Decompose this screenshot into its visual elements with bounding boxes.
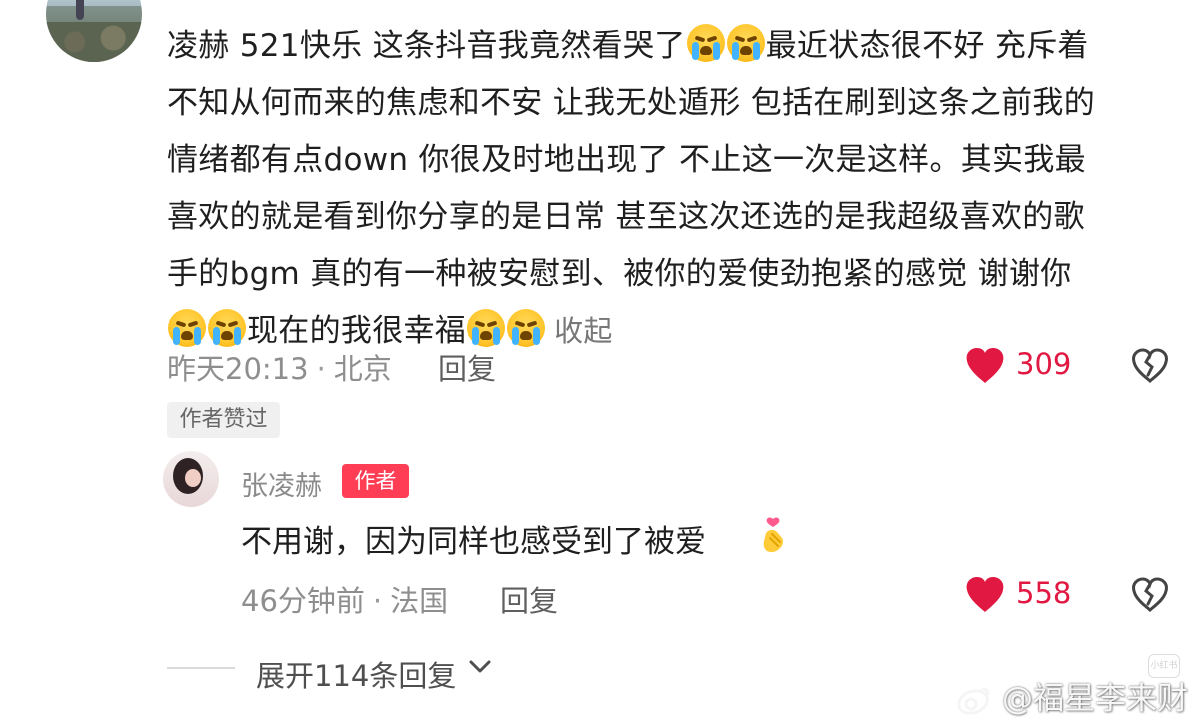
watermark-text: @福星李来财: [1002, 681, 1188, 717]
reply-like-count: 558: [1016, 576, 1072, 610]
broken-heart-icon[interactable]: [1131, 576, 1169, 614]
comment-line-5: 手的bgm 真的有一种被安慰到、被你的爱使劲抱紧的感觉 谢谢你: [167, 256, 1072, 292]
heart-icon[interactable]: [964, 575, 1006, 615]
heart-icon[interactable]: [964, 346, 1006, 386]
comment-line-3: 情绪都有点down 你很及时地出现了 不止这一次是这样。其实我最: [167, 142, 1086, 178]
avatar-rocks: [46, 22, 142, 62]
comment-line-1-a: 凌赫 521快乐 这条抖音我竟然看哭了: [167, 28, 686, 64]
reply-meta: 46分钟前 · 法国: [241, 578, 448, 620]
reply-button[interactable]: 回复: [438, 346, 496, 388]
reply-author-name[interactable]: 张凌赫: [241, 464, 322, 503]
meta-separator: ·: [316, 352, 326, 386]
avatar-figure: [76, 0, 84, 20]
crying-face-icon: [168, 309, 206, 347]
expand-divider: [167, 667, 235, 669]
broken-heart-icon[interactable]: [1131, 347, 1169, 385]
crying-face-icon: [726, 24, 765, 62]
reply-time: 46分钟前: [241, 584, 365, 618]
avatar-sea: [46, 0, 142, 6]
comment-meta: 昨天20:13 · 北京: [167, 346, 392, 388]
author-tag: 作者: [342, 464, 409, 498]
weibo-icon: [957, 687, 990, 715]
avatar-face: [185, 469, 201, 487]
comment-time: 昨天20:13: [167, 352, 309, 386]
chevron-down-icon[interactable]: [468, 657, 492, 677]
meta-separator: ·: [372, 584, 383, 618]
comment-line-4: 喜欢的就是看到你分享的是日常 甚至这次还选的是我超级喜欢的歌: [167, 199, 1085, 235]
crying-face-icon: [686, 24, 725, 62]
commenter-avatar[interactable]: [46, 0, 142, 62]
comment-location: 北京: [333, 352, 392, 386]
like-count: 309: [1016, 347, 1072, 381]
reply-text: 不用谢，因为同样也感受到了被爱: [241, 524, 706, 560]
comment-text: 凌赫 521快乐 这条抖音我竟然看哭了 最近状态很不好 充斥着 不知从何而来的焦虑…: [167, 18, 1167, 360]
crying-face-icon: [467, 309, 506, 347]
expand-replies-link[interactable]: 展开114条回复: [256, 653, 456, 695]
author-liked-badge: 作者赞过: [167, 402, 280, 438]
reply-author-avatar[interactable]: [163, 451, 219, 507]
comment-line-1: 凌赫 521快乐 这条抖音我竟然看哭了 最近状态很不好 充斥着: [167, 18, 1167, 75]
comment-line-2: 不知从何而来的焦虑和不安 让我无处遁形 包括在刷到这条之前我的: [167, 85, 1096, 121]
crying-face-icon: [507, 309, 546, 347]
reply-reply-button[interactable]: 回复: [500, 578, 558, 620]
comment-line-6-text: 现在的我很幸福: [247, 313, 467, 349]
collapse-link[interactable]: 收起: [554, 314, 613, 348]
crying-face-icon: [208, 309, 246, 347]
reply-location: 法国: [390, 584, 449, 618]
comment-line-1-b: 最近状态很不好 充斥着: [765, 28, 1089, 64]
hand-heart-icon: [763, 517, 783, 553]
